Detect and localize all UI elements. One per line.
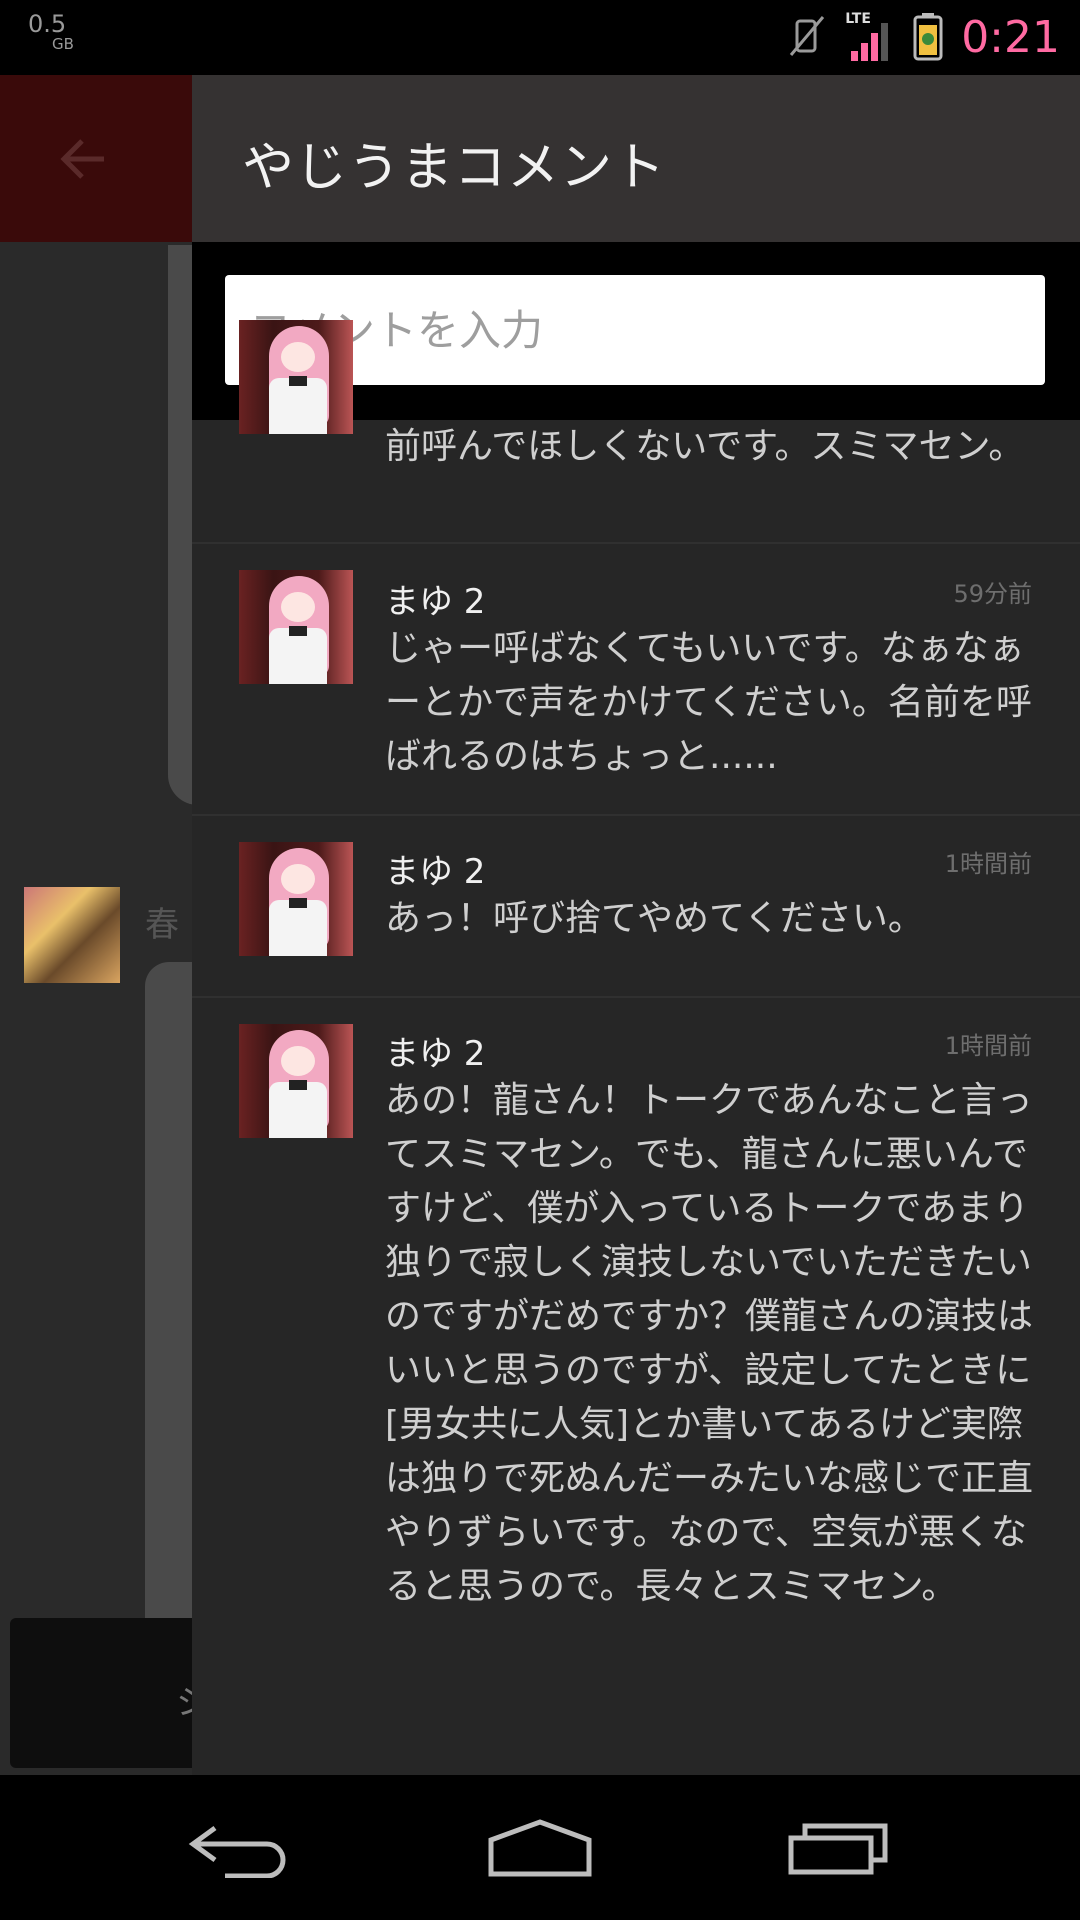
clock: 0:21 xyxy=(961,12,1060,63)
drawer-header: やじうまコメント xyxy=(192,75,1080,242)
background-input-bar xyxy=(10,1618,192,1768)
comment-author: まゆ 2 xyxy=(385,1034,486,1074)
status-bar: 0.5 GB LTE 0:21 xyxy=(0,0,1080,75)
avatar xyxy=(239,320,353,434)
recents-icon[interactable] xyxy=(760,1775,920,1920)
comment-author: まゆ 2 xyxy=(385,852,486,892)
comment-item[interactable]: 前呼んでほしくないです。スミマセン。 xyxy=(192,320,1080,544)
comment-body: 前呼んでほしくないです。スミマセン。 xyxy=(385,426,1025,467)
comment-body: あっ！呼び捨てやめてください。 xyxy=(385,898,924,939)
background-input-text: シ xyxy=(176,1675,192,1724)
navigation-bar xyxy=(0,1775,1080,1920)
comment-body: あの！龍さん！トークであんなこと言ってスミマセン。でも、龍さんに悪いんですけど、… xyxy=(385,1080,1034,1607)
comment-body: じゃー呼ばなくてもいいです。なぁなぁーとかで声をかけてください。名前を呼ばれるの… xyxy=(385,628,1032,777)
drawer-title: やじうまコメント xyxy=(242,138,667,198)
comment-list[interactable]: 前呼んでほしくないです。スミマセン。 まゆ 2 59分前 じゃー呼ばなくてもいい… xyxy=(192,320,1080,1738)
background-app: 春 シ xyxy=(0,75,192,1775)
comment-time: 59分前 xyxy=(953,580,1032,608)
home-icon[interactable] xyxy=(460,1775,620,1920)
vibrate-off-icon xyxy=(787,13,827,63)
comment-item[interactable]: まゆ 2 59分前 じゃー呼ばなくてもいいです。なぁなぁーとかで声をかけてくださ… xyxy=(192,544,1080,816)
signal-icon: LTE xyxy=(845,11,895,63)
comment-author: まゆ 2 xyxy=(385,582,486,622)
comment-item[interactable]: まゆ 2 1時間前 あっ！呼び捨てやめてください。 xyxy=(192,816,1080,998)
battery-icon xyxy=(913,11,943,65)
background-message-bubble xyxy=(168,245,192,805)
memory-unit: GB xyxy=(52,35,74,53)
comment-item[interactable]: まゆ 2 1時間前 あの！龍さん！トークであんなこと言ってスミマセン。でも、龍さ… xyxy=(192,998,1080,1738)
background-partial-text: 春 xyxy=(145,905,179,945)
avatar xyxy=(239,570,353,684)
memory-indicator: 0.5 GB xyxy=(28,12,74,52)
back-icon[interactable] xyxy=(160,1775,320,1920)
background-avatar xyxy=(24,887,120,983)
arrow-left-icon[interactable] xyxy=(58,133,110,189)
avatar xyxy=(239,842,353,956)
avatar xyxy=(239,1024,353,1138)
background-toolbar xyxy=(0,75,192,242)
memory-value: 0.5 xyxy=(28,10,67,38)
comments-drawer: やじうまコメント 前呼んでほしくないです。スミマセン。 まゆ 2 59分前 じゃ… xyxy=(192,75,1080,1775)
comment-time: 1時間前 xyxy=(944,1032,1032,1060)
background-message-bubble xyxy=(145,962,192,1682)
comment-time: 1時間前 xyxy=(944,850,1032,878)
